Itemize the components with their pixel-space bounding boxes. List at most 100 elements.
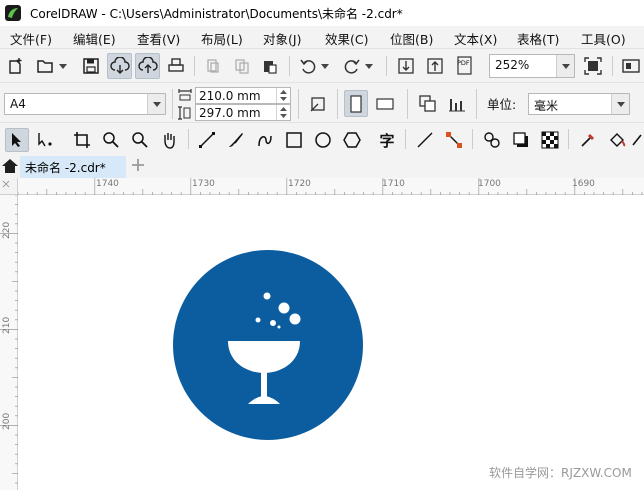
fill-tool-icon[interactable]: [605, 128, 629, 152]
current-page-icon[interactable]: [416, 92, 440, 116]
redo-icon[interactable]: [341, 55, 363, 77]
menu-file[interactable]: 文件(F): [10, 29, 52, 48]
title-bar: CorelDRAW - C:\Users\Administrator\Docum…: [0, 0, 644, 26]
landscape-icon[interactable]: [372, 92, 398, 116]
outline-pen-icon[interactable]: [630, 128, 644, 152]
zoom-value: 252%: [495, 58, 530, 72]
menu-tools[interactable]: 工具(O): [581, 29, 626, 48]
units-combo[interactable]: 毫米: [528, 93, 630, 115]
ruler-label: 1720: [288, 179, 311, 189]
toolbar-separator: [289, 56, 290, 76]
open-folder-icon[interactable]: [35, 55, 57, 77]
paste-icon[interactable]: [259, 55, 281, 77]
options-icon[interactable]: [620, 55, 642, 77]
chevron-down-icon[interactable]: [320, 61, 330, 71]
menu-edit[interactable]: 编辑(E): [73, 29, 116, 48]
page-width-field[interactable]: 210.0 mm: [195, 87, 291, 104]
import-icon[interactable]: [395, 55, 417, 77]
transparency-icon[interactable]: [538, 128, 562, 152]
cloud-download-icon[interactable]: [107, 53, 132, 79]
all-pages-icon[interactable]: [306, 92, 330, 116]
ruler-origin[interactable]: [0, 178, 18, 195]
units-value: 毫米: [534, 99, 559, 113]
page-height-field[interactable]: 297.0 mm: [195, 104, 291, 121]
watermark: 软件自学网：RJZXW.COM: [489, 466, 632, 480]
copy-icon[interactable]: [231, 55, 253, 77]
ruler-label: 220: [2, 221, 12, 239]
bezier-tool-icon[interactable]: [253, 128, 277, 152]
chevron-down-icon[interactable]: [58, 61, 68, 71]
toolbar-separator: [476, 89, 477, 119]
tab-document-label: 未命名 -2.cdr*: [25, 161, 106, 175]
zoom-level-combo[interactable]: 252%: [489, 54, 575, 78]
menu-bitmaps[interactable]: 位图(B): [390, 29, 433, 48]
chevron-down-icon[interactable]: [556, 55, 574, 77]
pick-tool-icon[interactable]: [5, 128, 29, 152]
menu-object[interactable]: 对象(J): [263, 29, 301, 48]
chevron-down-icon[interactable]: [147, 94, 165, 114]
artwork: [173, 250, 363, 440]
chevron-up-icon[interactable]: [277, 105, 290, 113]
export-icon[interactable]: [424, 55, 446, 77]
connector-tool-icon[interactable]: [442, 128, 466, 152]
publish-pdf-icon[interactable]: PDF: [453, 54, 477, 78]
chevron-up-icon[interactable]: [277, 88, 290, 96]
freehand-tool-icon[interactable]: [195, 128, 219, 152]
ruler-label: 1730: [192, 179, 215, 189]
polygon-tool-icon[interactable]: [340, 128, 364, 152]
toolbar-separator: [194, 56, 195, 76]
chevron-down-icon[interactable]: [277, 96, 290, 104]
pan-tool-icon[interactable]: [157, 128, 181, 152]
ruler-label: 1690: [572, 179, 595, 189]
new-document-icon[interactable]: [5, 55, 27, 77]
chevron-down-icon[interactable]: [277, 113, 290, 121]
menu-text[interactable]: 文本(X): [454, 29, 497, 48]
chevron-down-icon[interactable]: [364, 61, 374, 71]
vertical-ruler[interactable]: 220 210 200: [0, 195, 18, 490]
bleed-icon[interactable]: [445, 92, 469, 116]
property-bar: A4 210.0 mm 297.0 mm 单位: 毫米: [0, 82, 644, 123]
ruler-label: 1740: [96, 179, 119, 189]
add-tab-icon[interactable]: [131, 158, 145, 172]
zoom-tool-icon[interactable]: [99, 128, 123, 152]
menu-layout[interactable]: 布局(L): [201, 29, 243, 48]
print-icon[interactable]: [165, 55, 187, 77]
crop-tool-icon[interactable]: [70, 128, 94, 152]
text-tool-icon[interactable]: 字: [375, 128, 399, 152]
ruler-label: 210: [2, 316, 12, 334]
vertical-ruler-ticks: [0, 195, 18, 484]
toolbar-separator: [172, 89, 173, 119]
undo-icon[interactable]: [297, 55, 319, 77]
chevron-down-icon[interactable]: [611, 94, 629, 114]
full-screen-icon[interactable]: [582, 55, 604, 77]
toolbar-separator: [407, 89, 408, 119]
cloud-upload-icon[interactable]: [135, 53, 160, 79]
cut-icon[interactable]: [202, 55, 224, 77]
drop-shadow-icon[interactable]: [509, 128, 533, 152]
eyedropper-icon[interactable]: [576, 128, 600, 152]
home-icon[interactable]: [2, 159, 18, 173]
artistic-media-icon[interactable]: [224, 128, 248, 152]
menu-table[interactable]: 表格(T): [517, 29, 559, 48]
page-width-value: 210.0 mm: [199, 89, 261, 103]
zoom-out-icon[interactable]: [128, 128, 152, 152]
toolbar-separator: [386, 56, 387, 76]
shape-tool-icon[interactable]: [33, 128, 57, 152]
tab-document[interactable]: 未命名 -2.cdr*: [20, 156, 126, 178]
blend-tool-icon[interactable]: [480, 128, 504, 152]
page-size-combo[interactable]: A4: [4, 93, 166, 115]
menu-view[interactable]: 查看(V): [137, 29, 180, 48]
horizontal-ruler[interactable]: 1740 1730 1720 1710 1700 1690: [18, 178, 644, 195]
save-icon[interactable]: [80, 55, 102, 77]
toolbar-separator: [298, 89, 299, 119]
menu-bar: 文件(F) 编辑(E) 查看(V) 布局(L) 对象(J) 效果(C) 位图(B…: [0, 26, 644, 48]
parallel-dimension-icon[interactable]: [413, 128, 437, 152]
ellipse-tool-icon[interactable]: [311, 128, 335, 152]
ruler-label: 200: [2, 412, 12, 430]
rectangle-tool-icon[interactable]: [282, 128, 306, 152]
portrait-icon[interactable]: [344, 90, 368, 117]
width-icon: [177, 87, 193, 103]
drawing-canvas[interactable]: 软件自学网：RJZXW.COM: [18, 195, 644, 490]
menu-effects[interactable]: 效果(C): [325, 29, 368, 48]
text-tool-glyph: 字: [379, 131, 395, 150]
